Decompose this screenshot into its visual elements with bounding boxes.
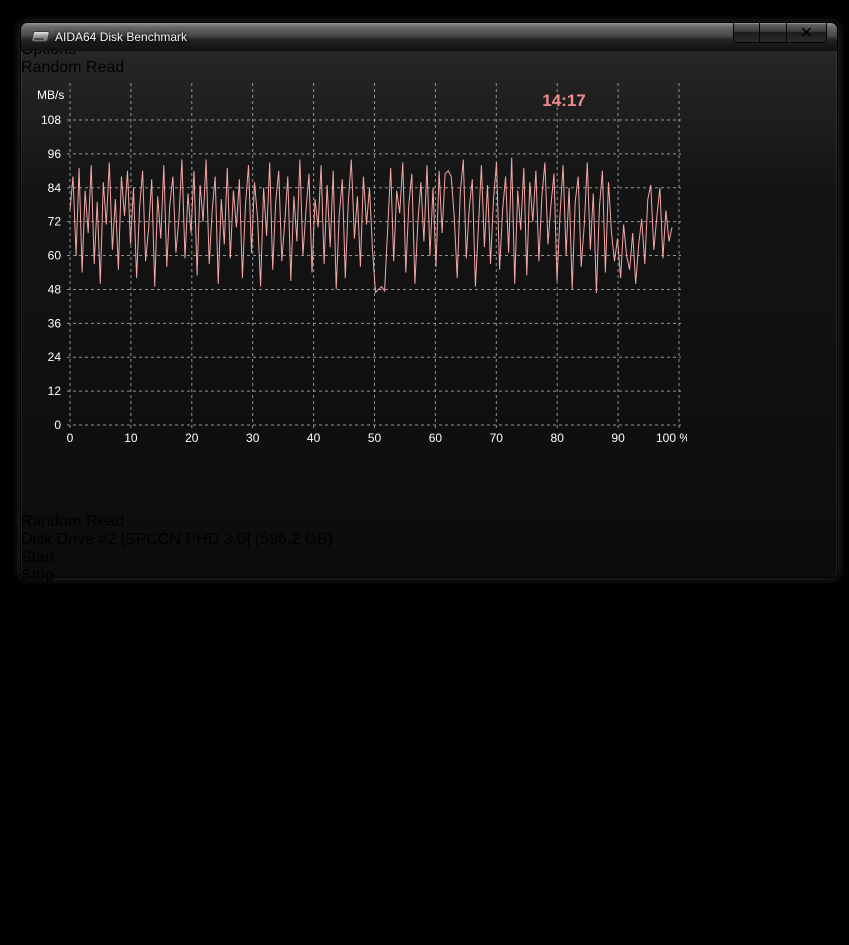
svg-text:72: 72 bbox=[48, 215, 62, 229]
tab-random-read[interactable]: Random Read bbox=[21, 59, 837, 77]
svg-text:14:17: 14:17 bbox=[542, 91, 585, 110]
disk-drive-select[interactable]: Disk Drive #2 [SPCCN PHD 3.0] (596.2 GB) bbox=[21, 531, 837, 549]
stat-label: Current: bbox=[21, 621, 837, 639]
svg-text:50: 50 bbox=[368, 431, 382, 445]
benchmark-chart: 0 10 20 30 40 50 60 70 80 90 100 % 108 96 84 72 60 48 36 2… bbox=[21, 77, 837, 513]
svg-text:100 %: 100 % bbox=[656, 431, 687, 445]
svg-text:20: 20 bbox=[185, 431, 199, 445]
disk-drive-value: Disk Drive #2 [SPCCN PHD 3.0] (596.2 GB) bbox=[21, 531, 333, 548]
client-area: File Options Random Read 010203040506070… bbox=[21, 23, 837, 945]
stat-cpu-minimum: CPU% Minimum: 0 % bbox=[21, 801, 837, 837]
stop-button[interactable]: Stop bbox=[21, 567, 837, 585]
stat-value: 46.7 MB/s bbox=[21, 675, 837, 693]
stat-cpu-maximum: CPU% Maximum: 2 % bbox=[21, 837, 837, 873]
stat-label: Average: bbox=[21, 729, 837, 747]
stat-value: 64 KB bbox=[21, 927, 837, 945]
stats-panel: Current: 57.3 MB/s Minimum: 46.7 MB/s Ma… bbox=[21, 621, 837, 945]
caption-buttons: ✕ bbox=[733, 23, 827, 43]
stat-minimum: Minimum: 46.7 MB/s bbox=[21, 657, 837, 693]
stat-cpu-current: CPU% Current: 1 % bbox=[21, 765, 837, 801]
stat-current: Current: 57.3 MB/s bbox=[21, 621, 837, 657]
watermark-text: xtremehardware.com bbox=[0, 0, 849, 18]
watermark: xtremehardware.com bbox=[0, 0, 849, 18]
stat-label: Maximum: bbox=[21, 693, 837, 711]
svg-text:70: 70 bbox=[490, 431, 504, 445]
stat-cpu-average: CPU% Average: 0 % bbox=[21, 873, 837, 909]
svg-text:60: 60 bbox=[48, 249, 62, 263]
disk-drive-icon bbox=[31, 31, 50, 42]
svg-text:48: 48 bbox=[48, 282, 62, 296]
stat-block-size: Block Size: 64 KB bbox=[21, 909, 837, 945]
stat-value: 57.3 MB/s bbox=[21, 639, 837, 657]
svg-text:96: 96 bbox=[48, 147, 62, 161]
stat-value: 0 % bbox=[21, 891, 837, 909]
svg-text:36: 36 bbox=[48, 316, 62, 330]
stat-label: CPU% Minimum: bbox=[21, 801, 837, 819]
stat-value: 2 % bbox=[21, 855, 837, 873]
stat-maximum: Maximum: 94.6 MB/s bbox=[21, 693, 837, 729]
svg-text:84: 84 bbox=[48, 181, 62, 195]
stat-label: CPU% Maximum: bbox=[21, 837, 837, 855]
svg-text:108: 108 bbox=[41, 113, 61, 127]
stat-value: 1 % bbox=[21, 783, 837, 801]
close-icon: ✕ bbox=[800, 23, 813, 43]
close-button[interactable]: ✕ bbox=[787, 23, 827, 43]
svg-text:80: 80 bbox=[551, 431, 565, 445]
app-window: AIDA64 Disk Benchmark ✕ File Options Ran… bbox=[20, 22, 838, 578]
svg-text:24: 24 bbox=[48, 350, 62, 364]
tab-page: 0 10 20 30 40 50 60 70 80 90 100 % 108 96 84 72 60 48 36 2… bbox=[21, 77, 837, 513]
maximize-button[interactable] bbox=[760, 23, 787, 43]
title-bar[interactable]: AIDA64 Disk Benchmark ✕ bbox=[21, 23, 837, 51]
svg-text:0: 0 bbox=[67, 431, 74, 445]
stat-label: CPU% Average: bbox=[21, 873, 837, 891]
clear-button[interactable]: Clear bbox=[21, 603, 837, 621]
stat-average: Average: 72.1 MB/s bbox=[21, 729, 837, 765]
save-button[interactable]: Save bbox=[21, 585, 837, 603]
benchmark-type-select[interactable]: Random Read bbox=[21, 513, 837, 531]
stat-value: 72.1 MB/s bbox=[21, 747, 837, 765]
svg-text:0: 0 bbox=[54, 418, 61, 432]
benchmark-type-value: Random Read bbox=[21, 513, 124, 530]
svg-text:12: 12 bbox=[48, 384, 62, 398]
svg-text:MB/s: MB/s bbox=[37, 88, 64, 102]
svg-text:10: 10 bbox=[124, 431, 138, 445]
stat-label: Block Size: bbox=[21, 909, 837, 927]
stat-label: CPU% Current: bbox=[21, 765, 837, 783]
stat-label: Minimum: bbox=[21, 657, 837, 675]
stat-value: 0 % bbox=[21, 819, 837, 837]
start-button[interactable]: Start bbox=[21, 549, 837, 567]
svg-text:40: 40 bbox=[307, 431, 321, 445]
svg-text:30: 30 bbox=[246, 431, 260, 445]
chart-canvas: 0 10 20 30 40 50 60 70 80 90 100 % 108 96 84 72 60 48 36 2… bbox=[21, 77, 687, 508]
window-title: AIDA64 Disk Benchmark bbox=[55, 30, 187, 44]
svg-text:60: 60 bbox=[429, 431, 443, 445]
stat-value: 94.6 MB/s bbox=[21, 711, 837, 729]
minimize-button[interactable] bbox=[733, 23, 760, 43]
svg-text:90: 90 bbox=[611, 431, 625, 445]
